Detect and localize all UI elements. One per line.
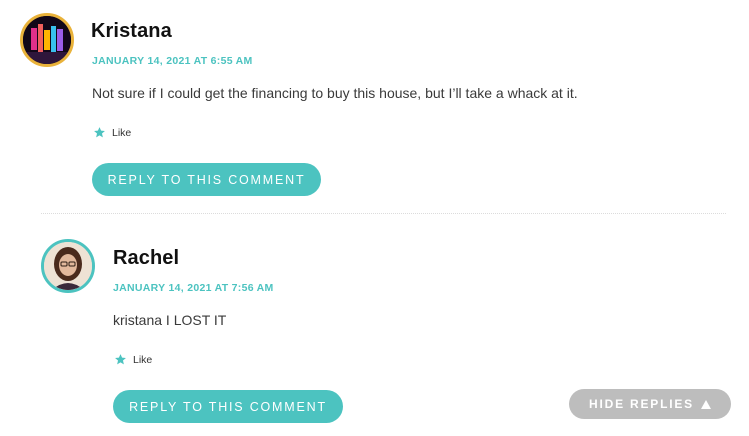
star-icon: [94, 127, 105, 138]
hide-replies-label: HIDE REPLIES: [589, 397, 694, 411]
like-label: Like: [133, 353, 153, 366]
reply-button[interactable]: REPLY TO THIS COMMENT: [92, 163, 321, 196]
comment-text: kristana I LOST IT: [113, 312, 227, 328]
like-button[interactable]: Like: [114, 353, 152, 366]
comment-author[interactable]: Rachel: [113, 247, 179, 270]
like-label: Like: [112, 126, 132, 139]
comment-divider: [41, 213, 726, 214]
comment-text: Not sure if I could get the financing to…: [92, 85, 578, 101]
like-button[interactable]: Like: [93, 126, 131, 139]
comment-date[interactable]: JANUARY 14, 2021 AT 6:55 AM: [92, 55, 253, 67]
star-icon: [115, 354, 126, 365]
avatar-image: [44, 242, 92, 290]
triangle-up-icon: [700, 399, 711, 409]
avatar-kristana[interactable]: [20, 13, 74, 67]
reply-button[interactable]: REPLY TO THIS COMMENT: [113, 390, 343, 423]
comment-date[interactable]: JANUARY 14, 2021 AT 7:56 AM: [113, 282, 274, 294]
avatar-rachel[interactable]: [41, 239, 95, 293]
hide-replies-button[interactable]: HIDE REPLIES: [569, 389, 731, 419]
avatar-image: [23, 16, 71, 64]
comment-author[interactable]: Kristana: [91, 20, 172, 43]
